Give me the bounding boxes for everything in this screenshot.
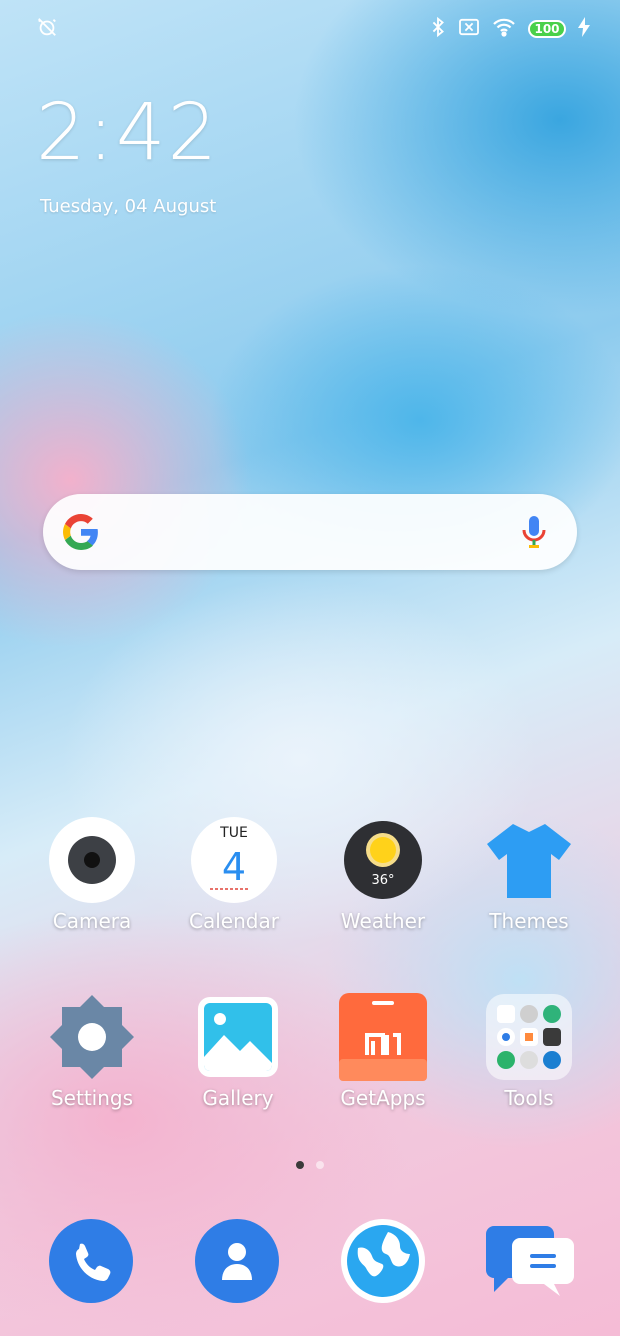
messages-icon bbox=[486, 1226, 574, 1296]
dock-phone[interactable] bbox=[46, 1216, 136, 1306]
calendar-icon: TUE 4 bbox=[189, 815, 279, 905]
app-label: Settings bbox=[50, 1086, 134, 1110]
app-label: Themes bbox=[489, 909, 569, 933]
folder-icon bbox=[484, 992, 574, 1082]
app-label: Calendar bbox=[189, 909, 279, 933]
battery-level: 100 bbox=[534, 22, 560, 36]
charging-bolt-icon bbox=[578, 17, 590, 41]
alarm-off-icon bbox=[36, 18, 58, 42]
google-search-bar[interactable] bbox=[43, 494, 577, 570]
contacts-icon bbox=[195, 1219, 279, 1303]
dock-messages[interactable] bbox=[484, 1216, 576, 1306]
battery-icon: 100 bbox=[528, 20, 566, 38]
app-label: Camera bbox=[52, 909, 132, 933]
app-settings[interactable]: Settings bbox=[22, 992, 162, 1110]
calendar-day-number: 4 bbox=[221, 845, 247, 889]
gear-icon bbox=[47, 992, 137, 1082]
getapps-icon bbox=[338, 992, 428, 1082]
app-label: Tools bbox=[504, 1086, 554, 1110]
app-label: Weather bbox=[340, 909, 426, 933]
tshirt-icon bbox=[484, 815, 574, 905]
dock-contacts[interactable] bbox=[192, 1216, 282, 1306]
camera-icon bbox=[47, 815, 137, 905]
wifi-icon bbox=[492, 17, 516, 41]
app-camera[interactable]: Camera bbox=[22, 815, 162, 933]
weather-temperature: 36° bbox=[371, 873, 395, 888]
mic-icon[interactable] bbox=[521, 514, 547, 554]
browser-icon bbox=[341, 1219, 425, 1303]
app-label: Gallery bbox=[202, 1086, 274, 1110]
app-gallery[interactable]: Gallery bbox=[168, 992, 308, 1110]
clock-time[interactable]: 2:42 bbox=[36, 88, 219, 178]
weather-icon: 36° bbox=[338, 815, 428, 905]
calendar-day-abbr: TUE bbox=[220, 825, 248, 841]
status-right: 100 bbox=[430, 16, 590, 42]
gallery-icon bbox=[193, 992, 283, 1082]
page-dot-1[interactable] bbox=[296, 1161, 304, 1169]
status-left bbox=[36, 16, 58, 42]
bluetooth-icon bbox=[430, 16, 446, 42]
app-calendar[interactable]: TUE 4 Calendar bbox=[164, 815, 304, 933]
app-tools-folder[interactable]: Tools bbox=[459, 992, 599, 1110]
app-weather[interactable]: 36° Weather bbox=[313, 815, 453, 933]
app-themes[interactable]: Themes bbox=[459, 815, 599, 933]
google-logo bbox=[63, 514, 99, 554]
phone-icon bbox=[49, 1219, 133, 1303]
dock-browser[interactable] bbox=[338, 1216, 428, 1306]
page-dot-2[interactable] bbox=[316, 1161, 324, 1169]
clock-date[interactable]: Tuesday, 04 August bbox=[40, 196, 216, 217]
app-getapps[interactable]: GetApps bbox=[313, 992, 453, 1110]
app-label: GetApps bbox=[340, 1086, 426, 1110]
sim-off-icon bbox=[458, 18, 480, 40]
page-indicator bbox=[0, 1161, 620, 1169]
status-bar: 100 bbox=[0, 14, 620, 46]
